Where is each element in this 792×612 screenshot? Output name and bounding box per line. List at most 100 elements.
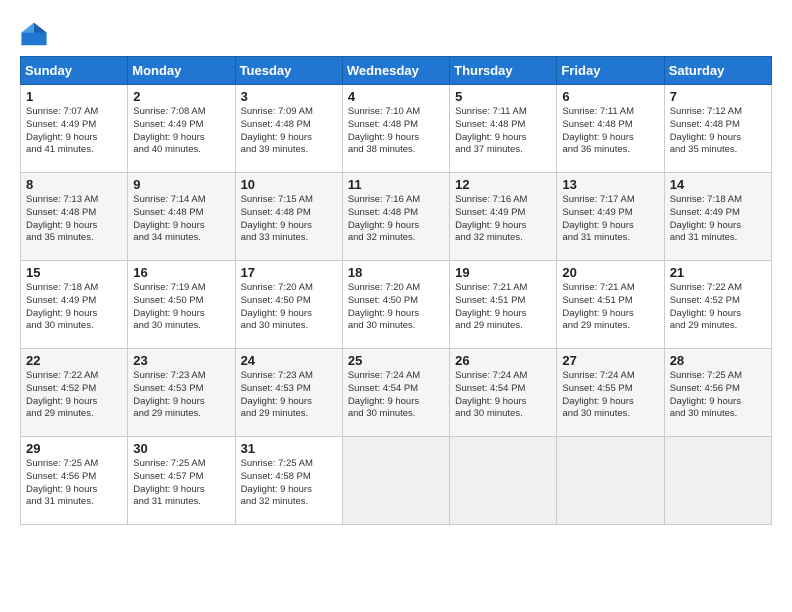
calendar-week-row: 8 Sunrise: 7:13 AM Sunset: 4:48 PM Dayli… bbox=[21, 173, 772, 261]
day-info: Sunrise: 7:24 AM Sunset: 4:55 PM Dayligh… bbox=[562, 370, 658, 421]
calendar-week-row: 29 Sunrise: 7:25 AM Sunset: 4:56 PM Dayl… bbox=[21, 437, 772, 525]
day-info: Sunrise: 7:21 AM Sunset: 4:51 PM Dayligh… bbox=[562, 282, 658, 333]
logo bbox=[20, 20, 52, 48]
calendar-day-header: Tuesday bbox=[235, 57, 342, 85]
day-number: 1 bbox=[26, 89, 122, 104]
day-info: Sunrise: 7:21 AM Sunset: 4:51 PM Dayligh… bbox=[455, 282, 551, 333]
day-number: 11 bbox=[348, 177, 444, 192]
calendar-day-cell: 17 Sunrise: 7:20 AM Sunset: 4:50 PM Dayl… bbox=[235, 261, 342, 349]
day-info: Sunrise: 7:23 AM Sunset: 4:53 PM Dayligh… bbox=[241, 370, 337, 421]
day-info: Sunrise: 7:25 AM Sunset: 4:56 PM Dayligh… bbox=[670, 370, 766, 421]
calendar-day-cell: 22 Sunrise: 7:22 AM Sunset: 4:52 PM Dayl… bbox=[21, 349, 128, 437]
day-info: Sunrise: 7:24 AM Sunset: 4:54 PM Dayligh… bbox=[455, 370, 551, 421]
day-info: Sunrise: 7:24 AM Sunset: 4:54 PM Dayligh… bbox=[348, 370, 444, 421]
page-header bbox=[20, 16, 772, 48]
day-info: Sunrise: 7:25 AM Sunset: 4:57 PM Dayligh… bbox=[133, 458, 229, 509]
day-info: Sunrise: 7:25 AM Sunset: 4:56 PM Dayligh… bbox=[26, 458, 122, 509]
day-info: Sunrise: 7:13 AM Sunset: 4:48 PM Dayligh… bbox=[26, 194, 122, 245]
day-info: Sunrise: 7:10 AM Sunset: 4:48 PM Dayligh… bbox=[348, 106, 444, 157]
calendar-day-cell: 14 Sunrise: 7:18 AM Sunset: 4:49 PM Dayl… bbox=[664, 173, 771, 261]
day-number: 13 bbox=[562, 177, 658, 192]
day-number: 3 bbox=[241, 89, 337, 104]
calendar-day-header: Friday bbox=[557, 57, 664, 85]
day-info: Sunrise: 7:12 AM Sunset: 4:48 PM Dayligh… bbox=[670, 106, 766, 157]
calendar-day-cell: 10 Sunrise: 7:15 AM Sunset: 4:48 PM Dayl… bbox=[235, 173, 342, 261]
day-number: 21 bbox=[670, 265, 766, 280]
day-info: Sunrise: 7:16 AM Sunset: 4:49 PM Dayligh… bbox=[455, 194, 551, 245]
day-info: Sunrise: 7:20 AM Sunset: 4:50 PM Dayligh… bbox=[241, 282, 337, 333]
day-number: 14 bbox=[670, 177, 766, 192]
day-number: 22 bbox=[26, 353, 122, 368]
day-info: Sunrise: 7:18 AM Sunset: 4:49 PM Dayligh… bbox=[670, 194, 766, 245]
calendar-day-cell bbox=[557, 437, 664, 525]
calendar-day-cell: 28 Sunrise: 7:25 AM Sunset: 4:56 PM Dayl… bbox=[664, 349, 771, 437]
calendar-day-cell: 8 Sunrise: 7:13 AM Sunset: 4:48 PM Dayli… bbox=[21, 173, 128, 261]
calendar-day-cell: 27 Sunrise: 7:24 AM Sunset: 4:55 PM Dayl… bbox=[557, 349, 664, 437]
calendar-day-cell: 21 Sunrise: 7:22 AM Sunset: 4:52 PM Dayl… bbox=[664, 261, 771, 349]
day-number: 16 bbox=[133, 265, 229, 280]
calendar-day-cell: 11 Sunrise: 7:16 AM Sunset: 4:48 PM Dayl… bbox=[342, 173, 449, 261]
day-number: 19 bbox=[455, 265, 551, 280]
day-info: Sunrise: 7:14 AM Sunset: 4:48 PM Dayligh… bbox=[133, 194, 229, 245]
calendar-day-cell bbox=[664, 437, 771, 525]
day-info: Sunrise: 7:22 AM Sunset: 4:52 PM Dayligh… bbox=[670, 282, 766, 333]
calendar-week-row: 22 Sunrise: 7:22 AM Sunset: 4:52 PM Dayl… bbox=[21, 349, 772, 437]
day-info: Sunrise: 7:17 AM Sunset: 4:49 PM Dayligh… bbox=[562, 194, 658, 245]
calendar-table: SundayMondayTuesdayWednesdayThursdayFrid… bbox=[20, 56, 772, 525]
day-number: 28 bbox=[670, 353, 766, 368]
calendar-day-cell: 12 Sunrise: 7:16 AM Sunset: 4:49 PM Dayl… bbox=[450, 173, 557, 261]
day-info: Sunrise: 7:18 AM Sunset: 4:49 PM Dayligh… bbox=[26, 282, 122, 333]
day-number: 10 bbox=[241, 177, 337, 192]
day-info: Sunrise: 7:20 AM Sunset: 4:50 PM Dayligh… bbox=[348, 282, 444, 333]
day-number: 5 bbox=[455, 89, 551, 104]
calendar-day-cell: 15 Sunrise: 7:18 AM Sunset: 4:49 PM Dayl… bbox=[21, 261, 128, 349]
day-number: 18 bbox=[348, 265, 444, 280]
day-number: 27 bbox=[562, 353, 658, 368]
day-number: 7 bbox=[670, 89, 766, 104]
day-number: 25 bbox=[348, 353, 444, 368]
day-number: 31 bbox=[241, 441, 337, 456]
calendar-day-cell: 3 Sunrise: 7:09 AM Sunset: 4:48 PM Dayli… bbox=[235, 85, 342, 173]
day-number: 15 bbox=[26, 265, 122, 280]
calendar-day-cell: 25 Sunrise: 7:24 AM Sunset: 4:54 PM Dayl… bbox=[342, 349, 449, 437]
day-number: 8 bbox=[26, 177, 122, 192]
calendar-day-cell bbox=[342, 437, 449, 525]
day-number: 30 bbox=[133, 441, 229, 456]
calendar-day-cell: 20 Sunrise: 7:21 AM Sunset: 4:51 PM Dayl… bbox=[557, 261, 664, 349]
day-info: Sunrise: 7:07 AM Sunset: 4:49 PM Dayligh… bbox=[26, 106, 122, 157]
calendar-day-cell: 6 Sunrise: 7:11 AM Sunset: 4:48 PM Dayli… bbox=[557, 85, 664, 173]
day-info: Sunrise: 7:08 AM Sunset: 4:49 PM Dayligh… bbox=[133, 106, 229, 157]
calendar-day-cell: 30 Sunrise: 7:25 AM Sunset: 4:57 PM Dayl… bbox=[128, 437, 235, 525]
day-info: Sunrise: 7:15 AM Sunset: 4:48 PM Dayligh… bbox=[241, 194, 337, 245]
day-number: 26 bbox=[455, 353, 551, 368]
calendar-day-header: Monday bbox=[128, 57, 235, 85]
day-info: Sunrise: 7:11 AM Sunset: 4:48 PM Dayligh… bbox=[562, 106, 658, 157]
calendar-week-row: 15 Sunrise: 7:18 AM Sunset: 4:49 PM Dayl… bbox=[21, 261, 772, 349]
day-number: 9 bbox=[133, 177, 229, 192]
calendar-day-cell: 26 Sunrise: 7:24 AM Sunset: 4:54 PM Dayl… bbox=[450, 349, 557, 437]
calendar-day-cell bbox=[450, 437, 557, 525]
day-number: 2 bbox=[133, 89, 229, 104]
day-number: 17 bbox=[241, 265, 337, 280]
day-number: 12 bbox=[455, 177, 551, 192]
calendar-day-cell: 1 Sunrise: 7:07 AM Sunset: 4:49 PM Dayli… bbox=[21, 85, 128, 173]
day-info: Sunrise: 7:11 AM Sunset: 4:48 PM Dayligh… bbox=[455, 106, 551, 157]
calendar-day-cell: 16 Sunrise: 7:19 AM Sunset: 4:50 PM Dayl… bbox=[128, 261, 235, 349]
calendar-day-cell: 29 Sunrise: 7:25 AM Sunset: 4:56 PM Dayl… bbox=[21, 437, 128, 525]
calendar-day-header: Wednesday bbox=[342, 57, 449, 85]
calendar-day-cell: 23 Sunrise: 7:23 AM Sunset: 4:53 PM Dayl… bbox=[128, 349, 235, 437]
day-info: Sunrise: 7:23 AM Sunset: 4:53 PM Dayligh… bbox=[133, 370, 229, 421]
day-info: Sunrise: 7:25 AM Sunset: 4:58 PM Dayligh… bbox=[241, 458, 337, 509]
calendar-day-cell: 24 Sunrise: 7:23 AM Sunset: 4:53 PM Dayl… bbox=[235, 349, 342, 437]
day-number: 23 bbox=[133, 353, 229, 368]
calendar-day-cell: 5 Sunrise: 7:11 AM Sunset: 4:48 PM Dayli… bbox=[450, 85, 557, 173]
calendar-day-cell: 2 Sunrise: 7:08 AM Sunset: 4:49 PM Dayli… bbox=[128, 85, 235, 173]
calendar-week-row: 1 Sunrise: 7:07 AM Sunset: 4:49 PM Dayli… bbox=[21, 85, 772, 173]
day-number: 24 bbox=[241, 353, 337, 368]
day-number: 29 bbox=[26, 441, 122, 456]
day-number: 20 bbox=[562, 265, 658, 280]
day-info: Sunrise: 7:22 AM Sunset: 4:52 PM Dayligh… bbox=[26, 370, 122, 421]
day-info: Sunrise: 7:16 AM Sunset: 4:48 PM Dayligh… bbox=[348, 194, 444, 245]
calendar-day-cell: 4 Sunrise: 7:10 AM Sunset: 4:48 PM Dayli… bbox=[342, 85, 449, 173]
day-info: Sunrise: 7:09 AM Sunset: 4:48 PM Dayligh… bbox=[241, 106, 337, 157]
